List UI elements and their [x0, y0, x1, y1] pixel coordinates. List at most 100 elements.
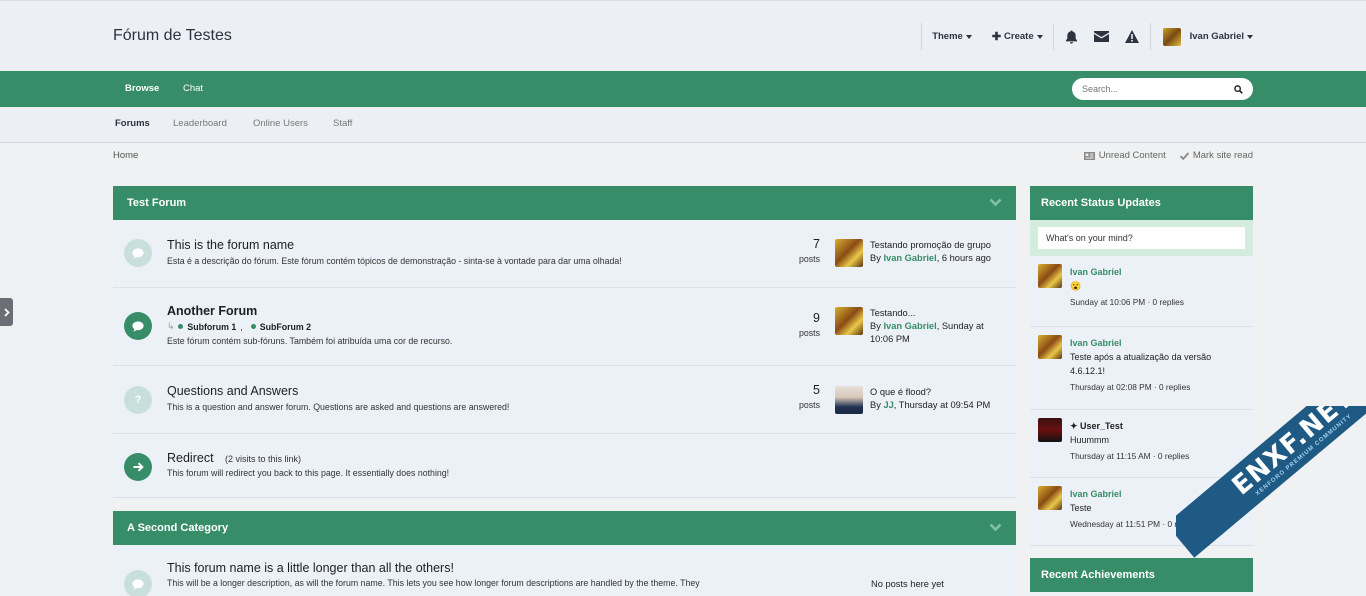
status-meta: Sunday at 10:06 PM · 0 replies	[1070, 297, 1184, 307]
forum-row[interactable]: Another Forum ↳ Subforum 1, SubForum 2 E…	[113, 288, 1016, 366]
forum-row[interactable]: ? Questions and Answers This is a questi…	[113, 366, 1016, 434]
forum-description: Esta é a descrição do fórum. Este fórum …	[167, 256, 622, 266]
status-item: Ivan Gabriel 😮 Sunday at 10:06 PM · 0 re…	[1030, 256, 1253, 327]
forum-icon: ?	[124, 386, 152, 414]
chat-bubble-icon	[132, 320, 144, 332]
tab-chat[interactable]: Chat	[183, 71, 203, 107]
bell-icon	[1065, 30, 1077, 44]
post-count-value: 7	[813, 237, 820, 251]
last-post-title[interactable]: O que é flood?	[870, 386, 990, 399]
last-post-title[interactable]: Testando promoção de grupo	[870, 239, 991, 252]
forum-description: Este fórum contém sub-fóruns. Também foi…	[167, 336, 453, 346]
theme-button[interactable]: Theme	[922, 31, 982, 42]
mark-read-label: Mark site read	[1192, 150, 1253, 161]
breadcrumb-home[interactable]: Home	[113, 150, 138, 161]
avatar[interactable]	[835, 307, 863, 335]
search-box	[1072, 78, 1253, 100]
last-post: Testando promoção de grupo By Ivan Gabri…	[835, 239, 1010, 267]
subnav-leaderboard[interactable]: Leaderboard	[173, 107, 227, 143]
post-count: 5 posts	[799, 383, 820, 410]
post-count-value: 5	[813, 383, 820, 397]
forum-title[interactable]: This forum name is a little longer than …	[167, 561, 454, 575]
post-count-label: posts	[798, 400, 820, 410]
unread-dot-icon	[250, 324, 256, 329]
user-menu[interactable]: Ivan Gabriel	[1151, 27, 1253, 46]
forum-description: This will be a longer description, as wi…	[167, 578, 700, 588]
status-body: Ivan Gabriel 😮 Sunday at 10:06 PM · 0 re…	[1070, 265, 1247, 309]
tab-browse[interactable]: Browse	[125, 71, 159, 107]
redirect-visits: (2 visits to this link)	[225, 454, 302, 464]
separator: ,	[240, 321, 243, 332]
forum-row[interactable]: This forum name is a little longer than …	[113, 545, 1016, 596]
forum-list: Test Forum This is the forum name Esta é…	[113, 186, 1016, 596]
category-header[interactable]: Test Forum	[113, 186, 1016, 220]
status-text: Teste após a atualização da versão 4.6.1…	[1070, 352, 1212, 376]
last-post-time: , 6 hours ago	[936, 253, 991, 263]
newspaper-icon	[1083, 151, 1095, 160]
messages-button[interactable]	[1086, 31, 1117, 42]
avatar[interactable]	[1038, 418, 1062, 442]
avatar[interactable]	[835, 386, 863, 414]
check-icon	[1179, 151, 1189, 160]
watermark-band: ENXF.NET XENFORO PREMIUM COMMUNITY	[1176, 406, 1366, 558]
avatar	[1162, 27, 1181, 46]
forum-description: This forum will redirect you back to thi…	[167, 468, 450, 478]
forum-row[interactable]: Redirect (2 visits to this link) This fo…	[113, 434, 1016, 498]
category-header[interactable]: A Second Category	[113, 511, 1016, 545]
subforum-list: ↳ Subforum 1, SubForum 2	[167, 321, 311, 332]
create-button[interactable]: ✚ Create	[982, 30, 1053, 43]
search-icon[interactable]	[1234, 84, 1243, 94]
last-post-user[interactable]: Ivan Gabriel	[883, 321, 936, 331]
forum-row[interactable]: This is the forum name Esta é a descriçã…	[113, 220, 1016, 288]
forum-title[interactable]: Questions and Answers	[167, 384, 298, 398]
last-post-time: , Thursday at 09:54 PM	[893, 400, 991, 410]
site-title[interactable]: Fórum de Testes	[113, 27, 232, 45]
avatar[interactable]	[835, 239, 863, 267]
last-post-by: By	[870, 321, 881, 331]
post-count-label: posts	[798, 254, 820, 264]
user-bar: Theme ✚ Create Ivan Gabriel	[921, 23, 1253, 50]
subforum-link[interactable]: Subforum 1	[187, 322, 236, 332]
last-post-user[interactable]: Ivan Gabriel	[883, 253, 936, 263]
notifications-button[interactable]	[1054, 30, 1086, 44]
chevron-down-icon[interactable]	[989, 523, 1002, 532]
subnav-staff[interactable]: Staff	[333, 107, 352, 143]
theme-label: Theme	[932, 31, 963, 42]
chevron-down-icon[interactable]	[989, 198, 1002, 207]
drawer-toggle[interactable]	[0, 298, 13, 326]
mark-read-link[interactable]: Mark site read	[1179, 150, 1253, 161]
subforum-link[interactable]: SubForum 2	[260, 322, 311, 332]
forum-title[interactable]: This is the forum name	[167, 238, 294, 252]
search-input[interactable]	[1082, 84, 1212, 94]
subforum-arrow-icon: ↳	[167, 321, 175, 331]
post-count-label: posts	[798, 328, 820, 338]
forum-title: Redirect (2 visits to this link)	[167, 451, 301, 465]
avatar[interactable]	[1038, 335, 1062, 359]
plus-icon: ✚	[991, 31, 1002, 43]
status-input[interactable]: What's on your mind?	[1038, 227, 1245, 249]
reports-button[interactable]	[1117, 30, 1150, 43]
subnav-forums[interactable]: Forums	[115, 107, 150, 143]
last-post-by: By	[870, 253, 881, 263]
unread-content-link[interactable]: Unread Content	[1083, 150, 1166, 161]
secondary-nav: Forums Leaderboard Online Users Staff	[0, 107, 1366, 143]
forum-icon	[124, 570, 152, 596]
status-user[interactable]: Ivan Gabriel	[1070, 336, 1247, 350]
redirect-title[interactable]: Redirect	[167, 451, 214, 465]
avatar[interactable]	[1038, 264, 1062, 288]
last-post-empty: No posts here yet	[871, 579, 944, 589]
chevron-right-icon	[3, 307, 10, 317]
widget-title: Recent Status Updates	[1030, 186, 1253, 220]
caret-down-icon	[965, 34, 972, 39]
avatar[interactable]	[1038, 486, 1062, 510]
status-user[interactable]: Ivan Gabriel	[1070, 265, 1247, 279]
forum-title[interactable]: Another Forum	[167, 304, 257, 318]
caret-down-icon	[1247, 34, 1253, 39]
subnav-online-users[interactable]: Online Users	[253, 107, 308, 143]
last-post-title[interactable]: Testando...	[870, 307, 984, 320]
site-header: Fórum de Testes Theme ✚ Create Ivan Gabr…	[0, 0, 1366, 71]
last-post-by: By	[870, 400, 881, 410]
forum-icon	[124, 312, 152, 340]
last-post-user[interactable]: JJ	[883, 400, 893, 410]
category-title: A Second Category	[127, 522, 229, 534]
